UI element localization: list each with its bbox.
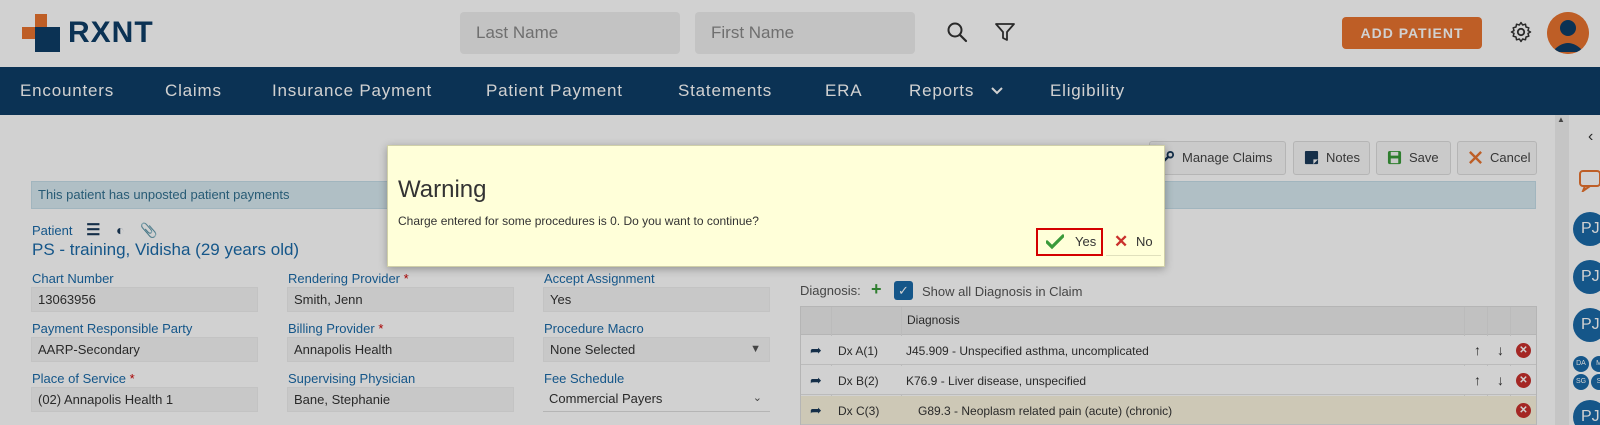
dialog-message: Charge entered for some procedures is 0.… — [398, 214, 759, 228]
yes-label: Yes — [1075, 234, 1097, 249]
dialog-title: Warning — [398, 176, 487, 203]
warning-dialog: Warning Charge entered for some procedur… — [387, 145, 1165, 267]
close-icon: ✕ — [1114, 232, 1129, 251]
no-label: No — [1136, 234, 1153, 249]
checkmark-icon — [1046, 234, 1064, 250]
yes-button[interactable]: Yes — [1036, 228, 1103, 256]
no-button[interactable]: ✕ No — [1106, 228, 1161, 256]
